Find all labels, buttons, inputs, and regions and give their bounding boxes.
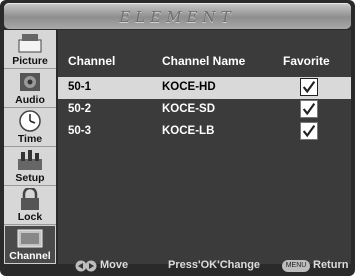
channel-name: KOCE-HD (162, 81, 216, 93)
menu-button-icon: MENU (282, 260, 310, 272)
sidebar-item-label: Picture (12, 55, 48, 67)
sidebar-item-label: Lock (17, 211, 43, 223)
channel-number: 50-3 (68, 125, 92, 137)
sidebar-item-picture[interactable]: Picture (4, 30, 56, 69)
table-row[interactable]: 50-3 KOCE-LB (58, 121, 351, 143)
channel-number: 50-1 (68, 81, 92, 93)
arrow-buttons-icon (75, 260, 97, 272)
column-header-favorite: Favorite (283, 54, 330, 68)
favorite-checkbox[interactable] (300, 100, 318, 118)
sidebar-item-label: Time (17, 133, 43, 145)
osd-menu: ELEMENT Picture Audio Time Setup Lock Ch… (0, 0, 355, 276)
lock-icon (21, 188, 39, 210)
sidebar-item-label: Audio (15, 94, 45, 106)
sidebar-item-time[interactable]: Time (4, 108, 56, 147)
table-row[interactable]: 50-2 KOCE-SD (58, 99, 351, 121)
channel-icon (17, 229, 43, 248)
channel-name: KOCE-LB (162, 125, 215, 137)
footer-change-hint: Press'OK'Change (168, 259, 261, 271)
time-icon (19, 110, 41, 132)
sidebar-item-audio[interactable]: Audio (4, 69, 56, 108)
sidebar-item-setup[interactable]: Setup (4, 147, 56, 186)
column-header-channel: Channel (68, 54, 116, 68)
channel-name: KOCE-SD (162, 103, 216, 115)
footer-return-hint: Return (313, 259, 349, 271)
footer-move-hint: Move (100, 259, 129, 271)
favorite-checkbox[interactable] (300, 122, 318, 140)
sidebar-item-lock[interactable]: Lock (4, 186, 56, 225)
channel-number: 50-2 (68, 103, 92, 115)
favorite-checkbox[interactable] (300, 78, 318, 96)
sidebar-item-label: Setup (15, 172, 45, 184)
setup-icon (18, 150, 42, 170)
brand-logo: ELEMENT (119, 8, 236, 26)
table-row[interactable]: 50-1 KOCE-HD (58, 77, 351, 99)
title-bar: ELEMENT (4, 3, 351, 29)
sidebar: Picture Audio Time Setup Lock Channel (4, 30, 56, 264)
channel-list-panel: Channel Channel Name Favorite 50-1 KOCE-… (58, 30, 351, 264)
column-header-channel-name: Channel Name (162, 54, 246, 68)
picture-icon (18, 34, 42, 53)
audio-icon (20, 73, 40, 91)
footer-bar: Move Press'OK'Change MENU Return (4, 256, 351, 276)
